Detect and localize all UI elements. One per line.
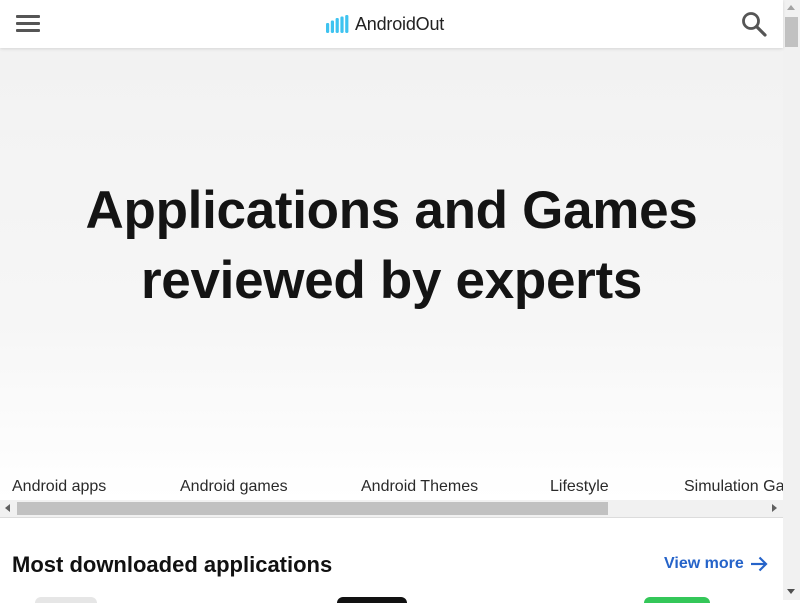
category-simulation-games[interactable]: Simulation Games [684, 478, 783, 496]
arrow-right-icon [750, 556, 768, 572]
search-icon[interactable] [740, 10, 768, 38]
section-title: Most downloaded applications [12, 552, 333, 577]
hamburger-menu-icon[interactable] [14, 13, 42, 35]
category-lifestyle[interactable]: Lifestyle [550, 478, 609, 496]
scroll-left-arrow-icon[interactable] [5, 504, 10, 512]
vertical-scroll-thumb[interactable] [785, 17, 798, 47]
scroll-right-arrow-icon[interactable] [772, 504, 777, 512]
brand-name: AndroidOut [355, 13, 445, 34]
brand-logo-link[interactable]: AndroidOut [326, 12, 444, 36]
scroll-down-arrow-icon[interactable] [787, 589, 795, 594]
scroll-up-arrow-icon[interactable] [787, 5, 795, 10]
category-android-themes[interactable]: Android Themes [361, 478, 478, 496]
page-vertical-scrollbar[interactable] [783, 0, 800, 600]
top-header: AndroidOut [0, 0, 783, 48]
hero-banner: Applications and Games reviewed by exper… [0, 48, 783, 500]
view-more-link[interactable]: View more [664, 555, 768, 573]
hero-title: Applications and Games reviewed by exper… [85, 181, 698, 310]
horizontal-scroll-thumb[interactable] [17, 502, 608, 515]
category-android-apps[interactable]: Android apps [12, 478, 106, 496]
app-card-peek[interactable] [644, 597, 710, 603]
category-horizontal-scrollbar[interactable] [0, 500, 783, 518]
view-more-label: View more [664, 555, 744, 572]
category-nav: Android apps Android games Android Theme… [0, 472, 783, 502]
app-card-peek[interactable] [35, 597, 97, 603]
category-android-games[interactable]: Android games [180, 478, 288, 496]
app-card-peek[interactable] [337, 597, 407, 603]
signal-bars-logo-icon [326, 15, 349, 33]
